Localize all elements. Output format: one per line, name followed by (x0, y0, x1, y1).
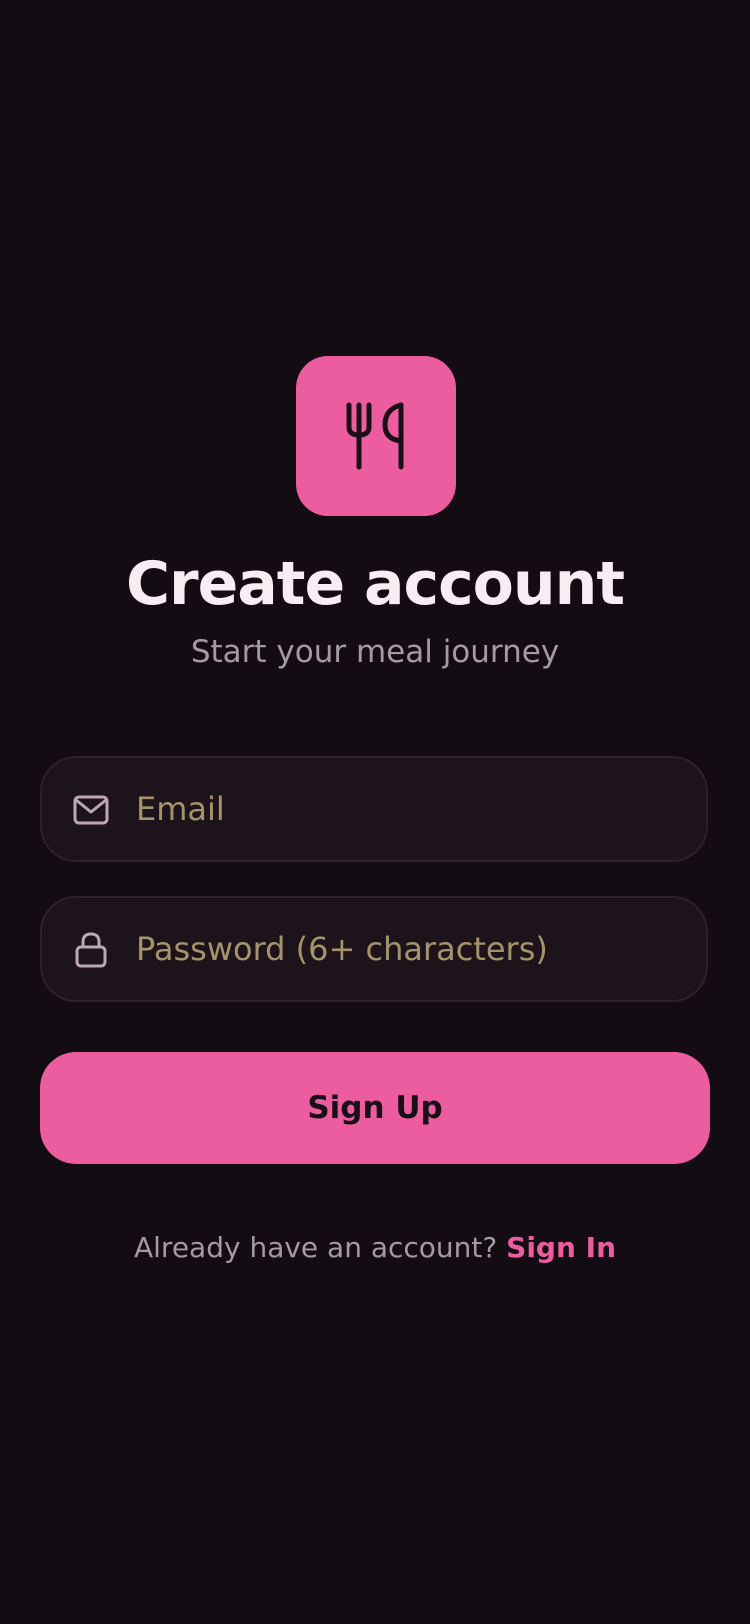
lock-icon (72, 931, 110, 969)
email-field[interactable]: Email (40, 756, 708, 862)
password-field[interactable]: Password (6+ characters) (40, 896, 708, 1002)
mail-icon (72, 791, 110, 829)
password-placeholder: Password (6+ characters) (136, 930, 548, 968)
email-placeholder: Email (136, 790, 225, 828)
sign-in-prompt: Already have an account? Sign In (0, 1225, 750, 1271)
sign-in-link[interactable]: Sign In (506, 1231, 616, 1264)
fork-knife-icon (346, 402, 404, 470)
page-subtitle: Start your meal journey (190, 634, 560, 670)
sign-up-button[interactable]: Sign Up (40, 1052, 710, 1164)
sign-in-prompt-text: Already have an account? (133, 1231, 498, 1264)
page-title: Create account (125, 549, 625, 619)
app-logo (296, 356, 456, 516)
